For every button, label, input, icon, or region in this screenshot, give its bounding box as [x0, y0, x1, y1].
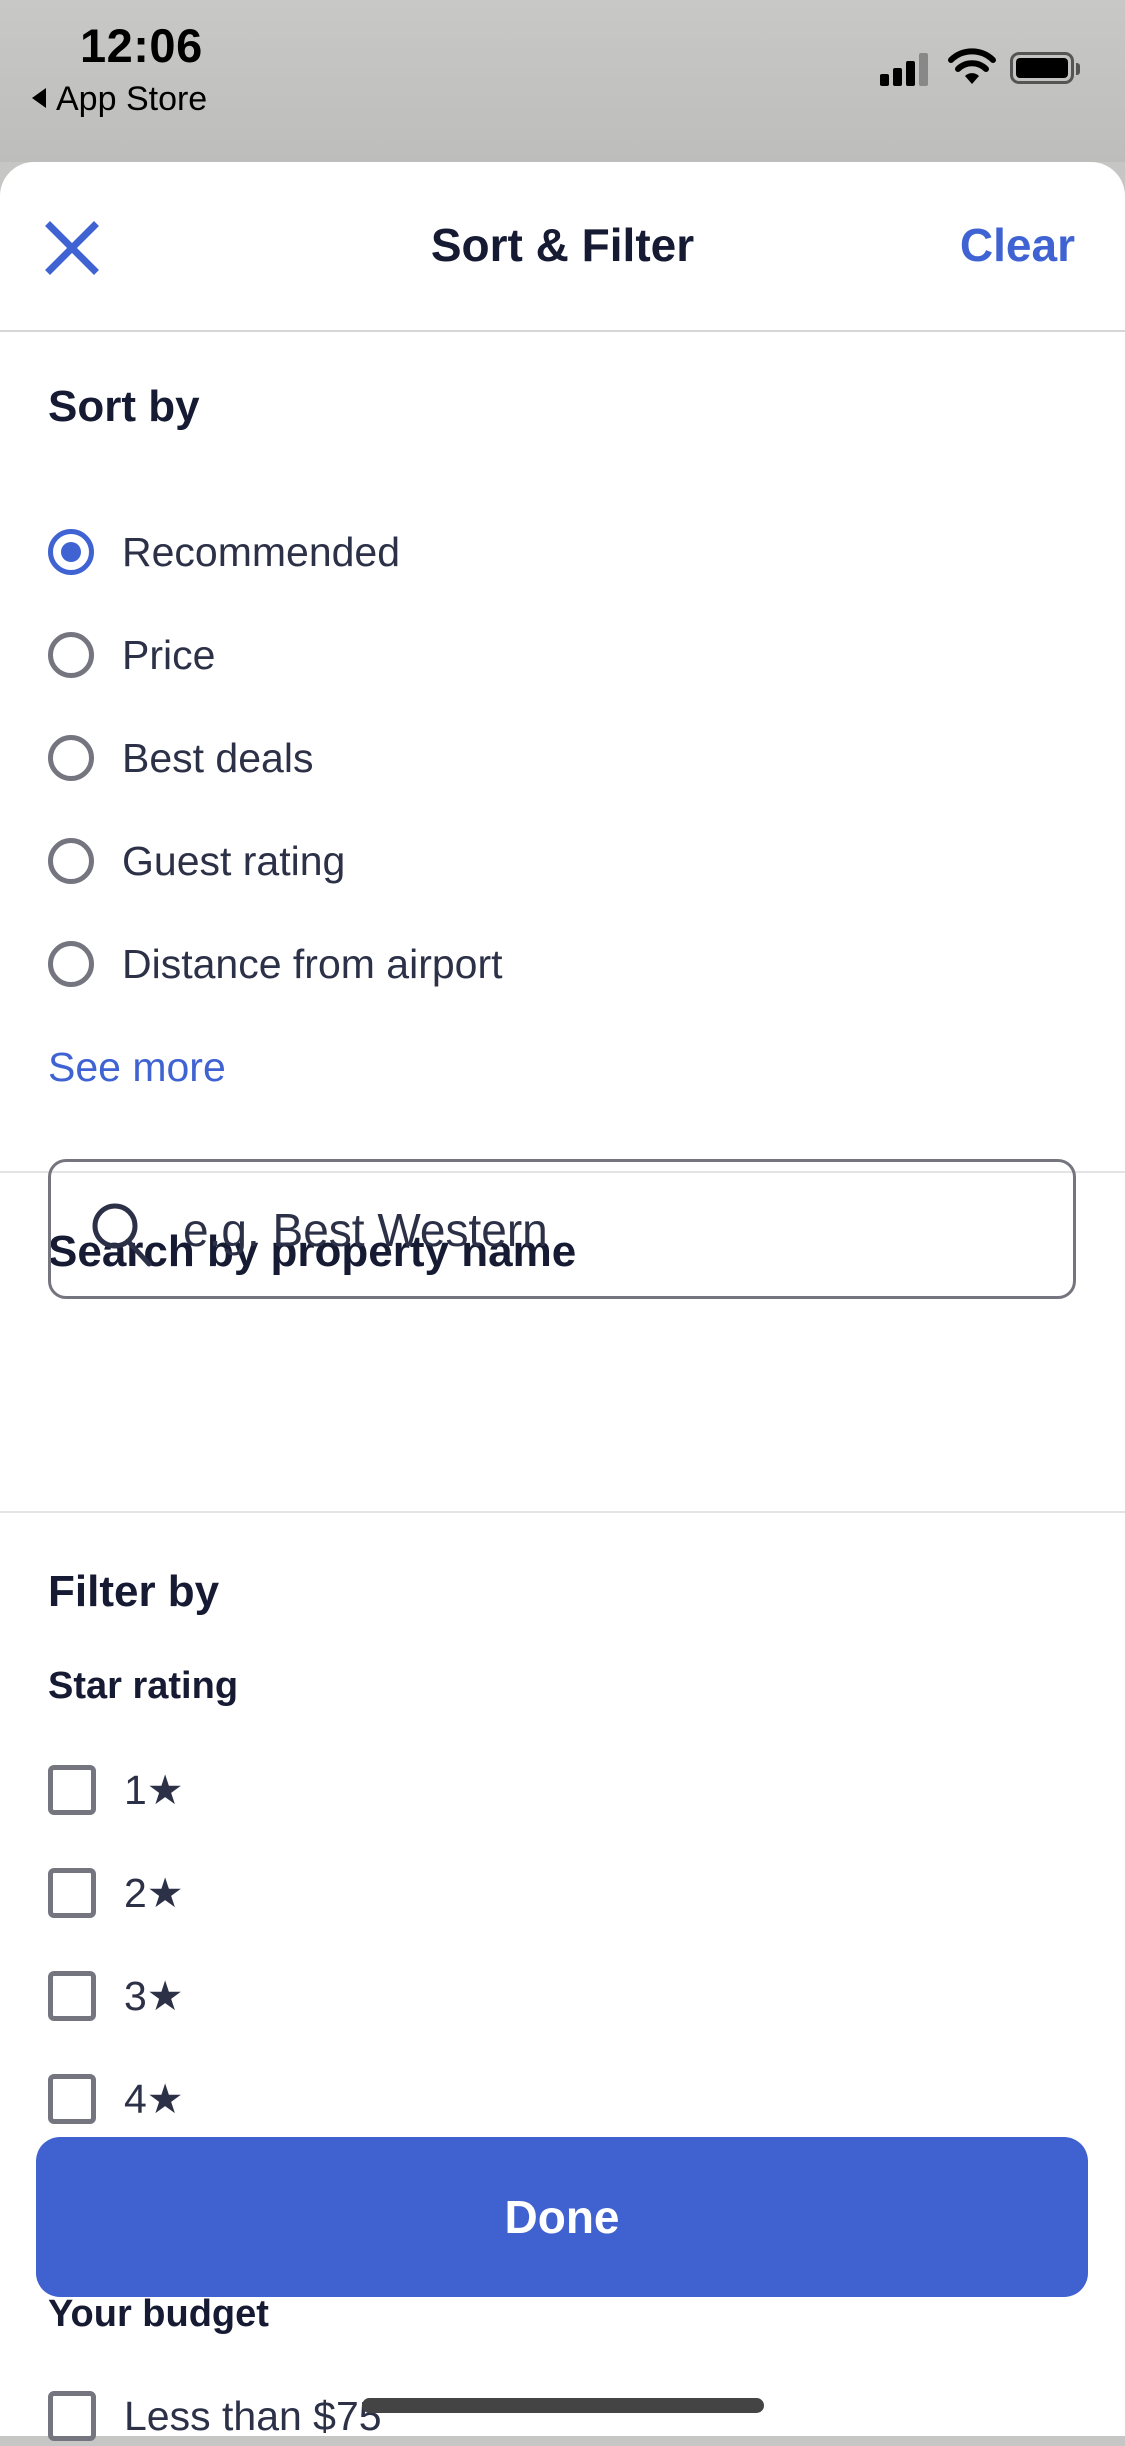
star-rating-heading: Star rating [48, 1665, 239, 1707]
radio-unselected[interactable] [48, 735, 94, 781]
checkbox[interactable] [48, 1971, 96, 2021]
sort-by-heading: Sort by [48, 382, 200, 431]
star-option-label: 4★ [124, 2076, 184, 2122]
back-arrow-icon [32, 88, 46, 109]
sort-option-label: Distance from airport [122, 940, 503, 987]
battery-icon [1010, 52, 1080, 84]
checkbox[interactable] [48, 2074, 96, 2124]
sort-option-best-deals[interactable]: Best deals [48, 728, 313, 788]
see-more-link[interactable]: See more [48, 1044, 226, 1091]
filter-by-heading: Filter by [48, 1567, 220, 1616]
budget-option-less-than-75[interactable]: Less than $75 [48, 2386, 382, 2446]
sort-option-label: Best deals [122, 734, 314, 781]
star-option-2[interactable]: 2★ [48, 1863, 184, 1923]
radio-unselected[interactable] [48, 941, 94, 987]
star-option-1[interactable]: 1★ [48, 1760, 184, 1820]
section-divider [0, 1511, 1125, 1513]
sort-option-price[interactable]: Price [48, 625, 215, 685]
radio-selected[interactable] [48, 529, 94, 575]
radio-unselected[interactable] [48, 838, 94, 884]
sort-filter-sheet: Sort & Filter Clear Sort by Recommended … [0, 162, 1125, 2441]
wifi-icon [948, 48, 996, 84]
back-to-app-store[interactable]: App Store [32, 80, 207, 119]
radio-unselected[interactable] [48, 632, 94, 678]
back-label: App Store [56, 80, 208, 118]
sort-option-distance-from-airport[interactable]: Distance from airport [48, 934, 503, 994]
sort-option-label: Guest rating [122, 837, 346, 884]
sort-option-guest-rating[interactable]: Guest rating [48, 831, 345, 891]
sheet-header: Sort & Filter Clear [0, 162, 1125, 332]
sheet-title: Sort & Filter [430, 219, 695, 271]
done-button[interactable]: Done [36, 2137, 1088, 2297]
star-option-label: 2★ [124, 1870, 184, 1916]
budget-option-label: Less than $75 [124, 2392, 382, 2439]
sort-option-label: Recommended [122, 528, 401, 575]
search-icon [92, 1203, 152, 1267]
checkbox[interactable] [48, 1868, 96, 1918]
signal-icon [880, 52, 932, 86]
sort-option-recommended[interactable]: Recommended [48, 522, 400, 582]
your-budget-heading: Your budget [48, 2293, 269, 2335]
property-search-field[interactable] [48, 1159, 1076, 1299]
checkbox[interactable] [48, 2391, 96, 2441]
star-option-3[interactable]: 3★ [48, 1966, 184, 2026]
sort-option-label: Price [122, 631, 216, 678]
status-time: 12:06 [80, 19, 203, 72]
home-indicator[interactable] [362, 2398, 764, 2413]
star-option-label: 3★ [124, 1973, 184, 2019]
star-option-4[interactable]: 4★ [48, 2069, 184, 2129]
checkbox[interactable] [48, 1765, 96, 1815]
clear-button[interactable]: Clear [960, 218, 1075, 272]
star-option-label: 1★ [124, 1767, 184, 1813]
property-search-input[interactable] [181, 1162, 1045, 1298]
status-bar: 12:06 App Store [0, 0, 1125, 162]
